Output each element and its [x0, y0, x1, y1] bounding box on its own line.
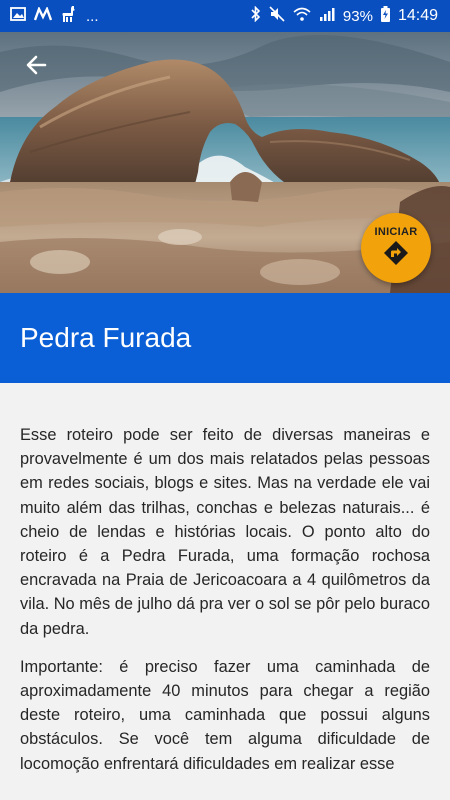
status-bar-left: ... [10, 5, 99, 28]
battery-percent: 93% [342, 7, 373, 25]
status-bar-right: 93% 14:49 [251, 5, 438, 27]
arrow-left-icon [25, 53, 49, 82]
clock: 14:49 [397, 7, 438, 24]
start-button[interactable]: INICIAR [361, 213, 431, 283]
battery-charging-icon [380, 5, 390, 27]
signal-icon [319, 7, 335, 26]
back-button[interactable] [20, 50, 54, 84]
directions-icon [383, 240, 409, 271]
description-paragraph: Importante: é preciso fazer uma caminhad… [20, 657, 430, 773]
app-m-icon [33, 5, 53, 26]
mute-icon [269, 5, 285, 27]
status-bar: ... 93% 14:49 [0, 0, 450, 32]
start-button-label: INICIAR [374, 225, 418, 238]
bluetooth-icon [251, 5, 261, 27]
description-paragraph: Esse roteiro pode ser feito de diversas … [20, 426, 430, 638]
description-content: Esse roteiro pode ser feito de diversas … [0, 383, 450, 800]
image-icon [10, 6, 26, 26]
title-bar: Pedra Furada [0, 293, 450, 383]
page-title: Pedra Furada [20, 322, 192, 353]
wifi-icon [293, 7, 311, 26]
status-more: ... [86, 7, 99, 25]
llama-icon [60, 5, 78, 28]
